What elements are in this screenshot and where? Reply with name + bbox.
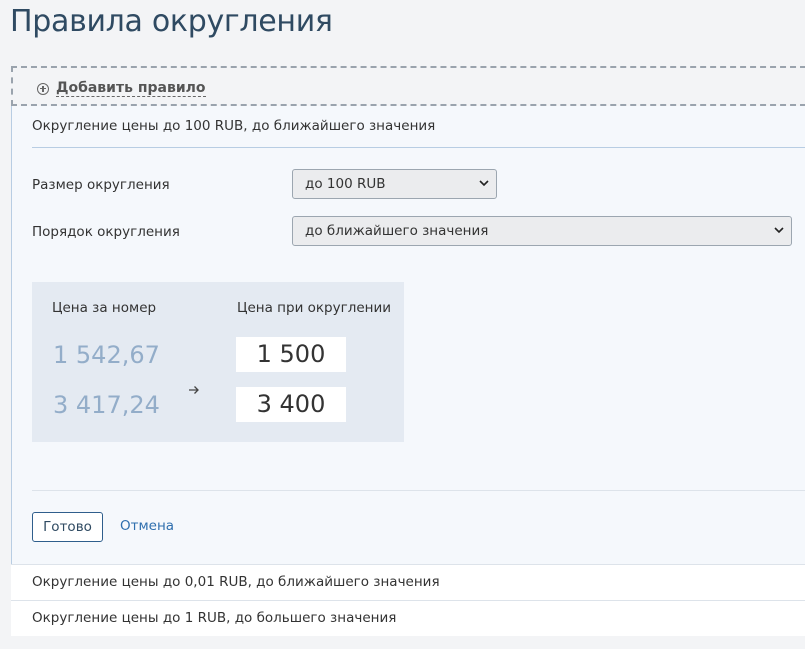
plus-circle-icon — [37, 82, 49, 95]
original-price: 3 417,24 — [53, 391, 160, 419]
rounding-size-value: до 100 RUB — [305, 176, 386, 192]
rounded-price: 3 400 — [236, 387, 346, 422]
rounding-order-select[interactable]: до ближайшего значения — [292, 216, 792, 246]
original-price-header: Цена за номер — [52, 300, 157, 316]
rounded-price-header: Цена при округлении — [237, 300, 392, 316]
cancel-link[interactable]: Отмена — [120, 518, 174, 534]
rounded-price: 1 500 — [236, 337, 346, 372]
add-rule-label: Добавить правило — [56, 80, 206, 97]
add-rule-area: Добавить правило — [11, 66, 805, 106]
add-rule-button[interactable]: Добавить правило — [37, 80, 206, 97]
done-button[interactable]: Готово — [32, 512, 103, 542]
rounding-size-select[interactable]: до 100 RUB — [292, 169, 497, 199]
rounding-size-label: Размер округления — [32, 177, 170, 193]
divider — [32, 490, 805, 491]
original-price: 1 542,67 — [53, 341, 160, 369]
rule-item[interactable]: Округление цены до 0,01 RUB, до ближайше… — [11, 564, 805, 600]
page-title: Правила округления — [10, 4, 333, 39]
rounding-order-value: до ближайшего значения — [305, 223, 489, 239]
rule-editor: Округление цены до 100 RUB, до ближайшег… — [11, 106, 805, 564]
chevron-down-icon — [479, 180, 489, 187]
rule-editor-header[interactable]: Округление цены до 100 RUB, до ближайшег… — [32, 118, 435, 134]
divider — [32, 147, 805, 148]
chevron-down-icon — [774, 227, 784, 234]
arrow-right-icon — [189, 386, 199, 394]
rule-item[interactable]: Округление цены до 1 RUB, до большего зн… — [11, 600, 805, 636]
rounding-order-label: Порядок округления — [32, 224, 180, 240]
rounding-preview: Цена за номер Цена при округлении 1 542,… — [32, 282, 404, 442]
